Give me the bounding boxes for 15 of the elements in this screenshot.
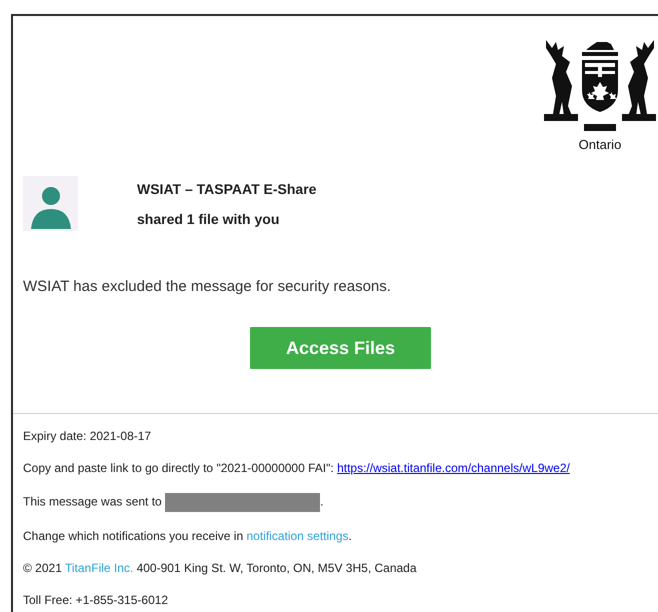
footer-link[interactable]: notification settings <box>246 529 349 543</box>
share-action: shared 1 file with you <box>137 211 280 227</box>
avatar-icon <box>23 176 78 231</box>
footer-text: © 2021 TitanFile Inc. 400-901 King St. W, Toronto, ON, M5V 3H5, Canada <box>23 561 418 576</box>
footer-text: Change which notifications you receive in notification settings. <box>23 529 353 544</box>
message-text: WSIAT has excluded the message for security reasons. <box>23 278 392 295</box>
footer-link[interactable]: TitanFile Inc. <box>65 561 134 575</box>
footer-text: Expiry date: 2021-08-17 <box>23 429 152 444</box>
footer-text: Toll Free: +1-855-315-6012 <box>23 593 170 608</box>
direct-link-text: Copy and paste link to go directly to "2021-00000000 FAI": https://wsiat.titanfile.com/channels/wL9we2/ <box>23 461 571 476</box>
channel-link[interactable]: https://wsiat.titanfile.com/channels/wL9we2/ <box>337 461 570 475</box>
access-files-button[interactable]: Access Files <box>250 327 431 369</box>
logo-caption: Ontario <box>578 137 622 152</box>
recipient-notice: This message was sent to . <box>23 493 658 512</box>
sender-name: WSIAT – TASPAAT E-Share <box>137 181 316 197</box>
